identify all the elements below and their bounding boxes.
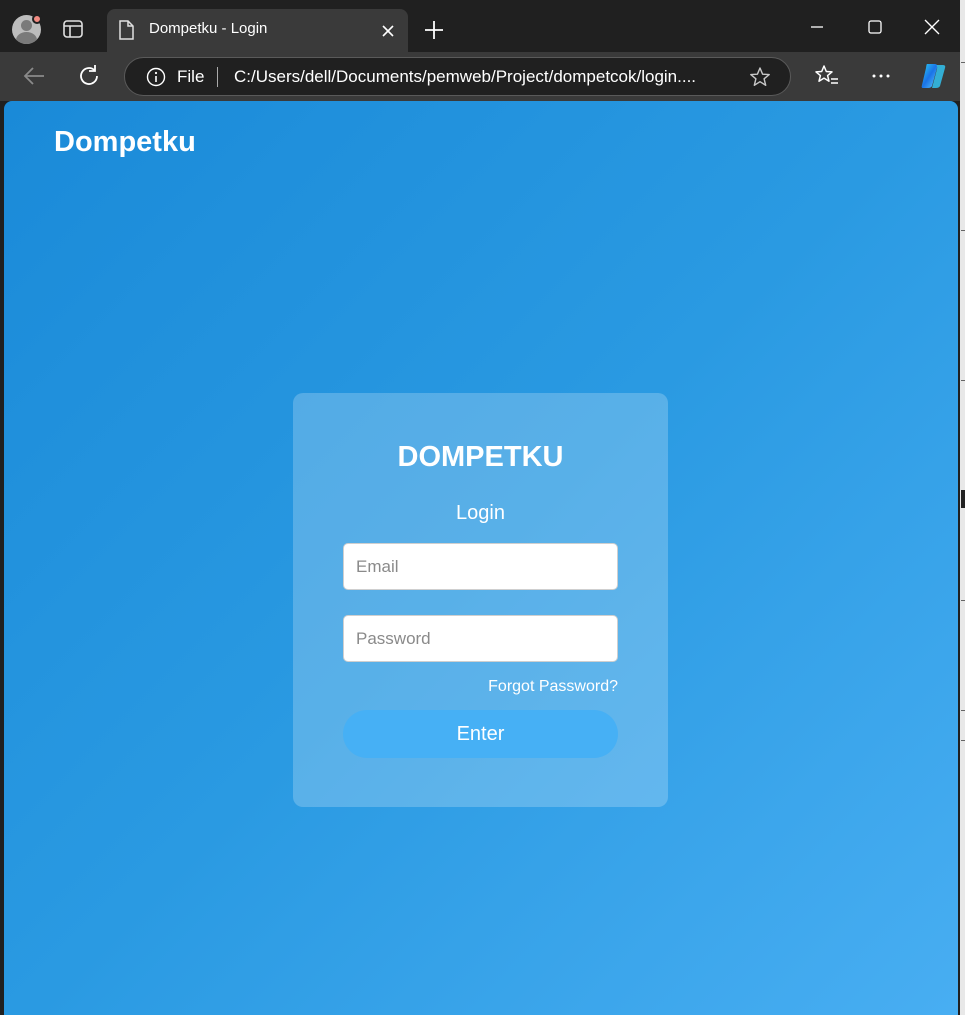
close-window-icon[interactable] <box>921 16 943 38</box>
card-subtitle: Login <box>456 502 505 524</box>
maximize-icon[interactable] <box>864 16 886 38</box>
email-input[interactable] <box>343 543 618 590</box>
password-input[interactable] <box>343 615 618 662</box>
more-options-icon[interactable] <box>867 62 895 90</box>
document-icon <box>119 20 134 40</box>
enter-button[interactable]: Enter <box>343 710 618 758</box>
address-scheme-label: File <box>177 67 205 86</box>
forgot-password-link[interactable]: Forgot Password? <box>488 678 618 696</box>
tab-active[interactable]: Dompetku - Login <box>107 9 408 52</box>
card-title: DOMPETKU <box>397 441 564 473</box>
login-page: Dompetku DOMPETKU Login Forgot Password?… <box>4 101 958 1015</box>
new-tab-icon[interactable] <box>422 18 446 42</box>
notification-dot <box>32 14 42 24</box>
login-card: DOMPETKU Login Forgot Password? Enter <box>293 393 668 807</box>
browser-window: Dompetku - Login File C:/Users/dell/Docu… <box>0 0 960 1015</box>
desktop-background-strip <box>960 0 965 1015</box>
close-tab-icon[interactable] <box>379 22 397 40</box>
back-arrow-icon[interactable] <box>20 62 48 90</box>
browser-toolbar: File C:/Users/dell/Documents/pemweb/Proj… <box>0 52 960 101</box>
tab-title: Dompetku - Login <box>149 20 268 37</box>
tab-strip: Dompetku - Login <box>0 0 960 52</box>
copilot-icon[interactable] <box>918 60 950 92</box>
address-bar[interactable]: File C:/Users/dell/Documents/pemweb/Proj… <box>124 57 791 96</box>
info-icon[interactable] <box>146 67 166 87</box>
favorites-icon[interactable] <box>813 62 841 90</box>
address-separator <box>217 67 218 87</box>
url-text[interactable]: C:/Users/dell/Documents/pemweb/Project/d… <box>234 67 729 87</box>
tab-actions-icon[interactable] <box>62 19 84 39</box>
minimize-icon[interactable] <box>806 16 828 38</box>
favorite-star-icon[interactable] <box>749 66 771 88</box>
refresh-icon[interactable] <box>75 62 103 90</box>
brand-logo-text[interactable]: Dompetku <box>54 126 196 159</box>
